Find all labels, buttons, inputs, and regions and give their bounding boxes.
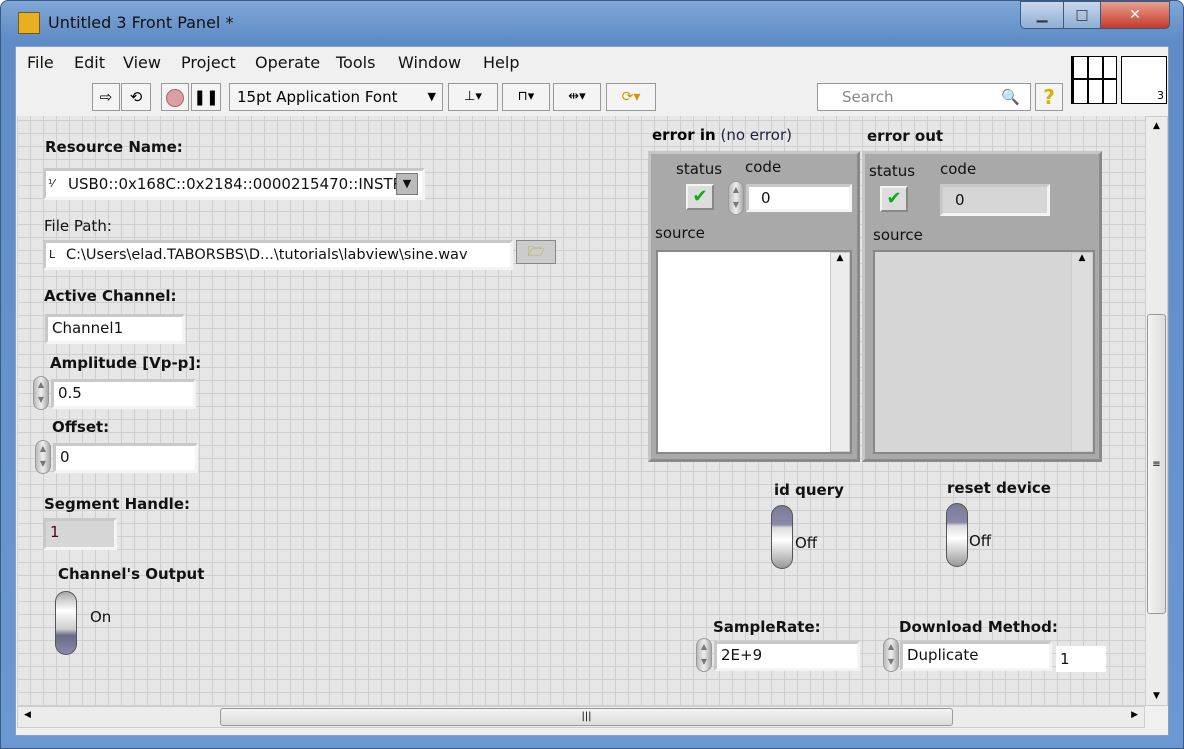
menu-window[interactable]: Window <box>398 53 461 72</box>
error-out-source-indicator: ▲ <box>873 250 1095 454</box>
error-in-label: error in (no error) <box>652 126 792 144</box>
horizontal-scrollbar[interactable]: ◀ ||| ▶ <box>17 706 1145 728</box>
align-objects-icon[interactable]: ⊥▾ <box>448 83 498 111</box>
error-in-title: error in <box>652 126 716 144</box>
window-title: Untitled 3 Front Panel * <box>48 13 234 32</box>
id-query-state: Off <box>795 534 818 552</box>
connector-pane-icon[interactable] <box>1071 56 1117 104</box>
error-out-source-scrollbar[interactable]: ▲ <box>1071 252 1093 452</box>
menu-edit[interactable]: Edit <box>74 53 105 72</box>
search-input[interactable]: Search 🔍 <box>817 83 1031 111</box>
error-in-code-spinner[interactable]: ▲ ▼ <box>728 181 744 215</box>
abort-icon[interactable] <box>161 83 189 111</box>
search-placeholder: Search <box>842 88 894 106</box>
menu-view[interactable]: View <box>123 53 161 72</box>
scroll-up-icon[interactable]: ▲ <box>1146 121 1167 131</box>
resize-objects-icon[interactable]: ⇹▾ <box>553 83 601 111</box>
vi-icon[interactable]: 3 <box>1121 56 1167 104</box>
reorder-icon[interactable]: ⟳▾ <box>606 83 656 111</box>
error-in-source-input[interactable]: ▲ <box>656 250 852 454</box>
offset-spinner[interactable]: ▲ ▼ <box>35 440 51 474</box>
id-query-label: id query <box>774 481 844 499</box>
download-method-label: Download Method: <box>899 618 1058 636</box>
active-channel-label: Active Channel: <box>44 287 177 305</box>
sample-rate-spinner[interactable]: ▲ ▼ <box>696 638 712 672</box>
download-method-index: 1 <box>1056 646 1106 672</box>
scroll-right-icon[interactable]: ▶ <box>1131 710 1138 720</box>
reset-device-toggle[interactable] <box>946 503 968 567</box>
error-in-status-label: status <box>676 160 723 178</box>
error-in-source-label: source <box>655 224 705 242</box>
error-in-status-checkbox[interactable]: ✔ <box>686 184 714 210</box>
download-method-spinner[interactable]: ▲ ▼ <box>883 638 899 672</box>
resource-name-select[interactable]: USB0::0x168C::0x2184::0000215470::INSTR ⅟… <box>43 168 425 200</box>
search-icon: 🔍 <box>1001 88 1020 106</box>
menu-operate[interactable]: Operate <box>255 53 320 72</box>
vertical-scrollbar[interactable]: ▲ ≡ ▼ <box>1145 116 1168 706</box>
path-icon: ᒪ <box>49 248 56 261</box>
distribute-objects-icon[interactable]: ⊓▾ <box>502 83 550 111</box>
error-in-source-scrollbar[interactable]: ▲ <box>830 252 850 452</box>
resource-name-label: Resource Name: <box>45 138 183 156</box>
help-icon[interactable]: ? <box>1035 83 1063 111</box>
channel-output-state: On <box>90 608 112 626</box>
error-out-code-label: code <box>940 160 977 178</box>
vertical-scroll-thumb[interactable]: ≡ <box>1147 314 1166 614</box>
close-button[interactable]: ✕ <box>1100 1 1170 29</box>
browse-folder-icon[interactable]: 🗁 <box>516 240 556 264</box>
reset-device-label: reset device <box>947 479 1051 497</box>
file-path-label: File Path: <box>44 217 112 235</box>
segment-handle-indicator: 1 <box>43 518 117 550</box>
pause-icon[interactable]: ❚❚ <box>191 83 221 111</box>
amplitude-input[interactable]: 0.5 <box>51 379 196 409</box>
download-method-ring[interactable]: Duplicate <box>900 641 1052 671</box>
error-out-label: error out <box>867 127 944 145</box>
file-path-value: C:\Users\elad.TABORSBS\D...\tutorials\la… <box>66 247 468 263</box>
error-out-source-label: source <box>873 226 923 244</box>
labview-app-icon <box>18 12 40 34</box>
scroll-down-icon[interactable]: ▼ <box>1146 691 1167 701</box>
error-in-code-label: code <box>745 158 782 176</box>
channel-output-label: Channel's Output <box>58 565 205 583</box>
amplitude-spinner[interactable]: ▲ ▼ <box>33 376 49 410</box>
menu-tools[interactable]: Tools <box>336 53 375 72</box>
maximize-button[interactable]: □ <box>1063 1 1101 29</box>
horizontal-scroll-thumb[interactable]: ||| <box>220 708 953 726</box>
error-out-code-indicator: 0 <box>940 184 1050 216</box>
error-in-code-input[interactable]: 0 <box>746 184 852 212</box>
io-icon: ⅟ <box>48 177 55 190</box>
minimize-button[interactable]: ▁ <box>1020 1 1064 29</box>
scroll-left-icon[interactable]: ◀ <box>24 710 31 720</box>
error-out-status-indicator: ✔ <box>880 186 908 212</box>
active-channel-input[interactable]: Channel1 <box>45 314 185 344</box>
font-select[interactable]: 15pt Application Font ▼ <box>229 83 443 111</box>
id-query-toggle[interactable] <box>771 505 793 569</box>
offset-input[interactable]: 0 <box>53 443 198 473</box>
chevron-down-icon: ▼ <box>427 90 436 103</box>
chevron-down-icon[interactable]: ▼ <box>396 173 418 195</box>
file-path-input[interactable]: C:\Users\elad.TABORSBS\D...\tutorials\la… <box>43 240 513 270</box>
menu-help[interactable]: Help <box>483 53 519 72</box>
resource-name-value: USB0::0x168C::0x2184::0000215470::INSTR <box>68 175 404 193</box>
channel-output-toggle[interactable] <box>55 591 77 655</box>
sample-rate-label: SampleRate: <box>713 618 821 636</box>
error-in-note: (no error) <box>720 126 792 144</box>
run-arrow-icon[interactable]: ⇨ <box>92 83 120 111</box>
amplitude-label: Amplitude [Vp-p]: <box>50 354 202 372</box>
sample-rate-input[interactable]: 2E+9 <box>714 641 860 671</box>
error-out-status-label: status <box>869 162 916 180</box>
menu-project[interactable]: Project <box>181 53 236 72</box>
offset-label: Offset: <box>52 418 110 436</box>
font-select-value: 15pt Application Font <box>237 88 398 106</box>
menu-file[interactable]: File <box>27 53 54 72</box>
reset-device-state: Off <box>969 532 992 550</box>
segment-handle-label: Segment Handle: <box>44 495 190 513</box>
run-continuously-icon[interactable]: ⟲ <box>121 83 151 111</box>
vi-icon-number: 3 <box>1157 89 1164 102</box>
